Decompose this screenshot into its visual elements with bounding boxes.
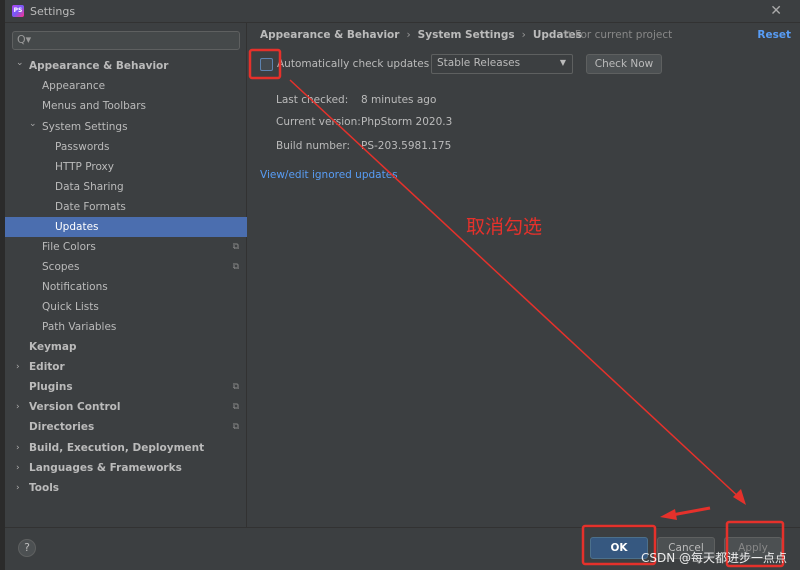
sidebar-item[interactable]: Passwords bbox=[5, 137, 247, 157]
settings-sidebar: Q▾ ⌄ Appearance & Behavior Appearance Menus… bbox=[5, 23, 247, 527]
sidebar-item[interactable]: ⌄ System Settings bbox=[5, 117, 247, 137]
breadcrumb-separator-icon: › bbox=[406, 29, 411, 41]
chevron-right-icon[interactable]: › bbox=[16, 458, 20, 478]
watermark: CSDN @每天都进步一点点 bbox=[641, 551, 788, 565]
sidebar-item[interactable]: HTTP Proxy bbox=[5, 157, 247, 177]
chevron-right-icon[interactable]: › bbox=[16, 397, 20, 417]
sidebar-item-label: Updates bbox=[55, 221, 99, 233]
auto-check-label[interactable]: Automatically check updates for bbox=[277, 58, 447, 70]
chevron-down-icon: ▼ bbox=[559, 58, 566, 67]
project-icon: ⧉ bbox=[232, 262, 239, 272]
sidebar-item-label: HTTP Proxy bbox=[55, 161, 114, 173]
title-bar: PS Settings ✕ bbox=[5, 0, 800, 23]
settings-dialog: PS Settings ✕ Q▾ ⌄ Appearance & Behavior A… bbox=[5, 0, 800, 570]
current-version-label: Current version: bbox=[276, 116, 361, 128]
chevron-down-icon[interactable]: ⌄ bbox=[16, 53, 24, 73]
update-channel-select[interactable]: Stable Releases ▼ bbox=[431, 54, 573, 74]
sidebar-item-label: Date Formats bbox=[55, 201, 126, 213]
sidebar-item-label: Scopes bbox=[42, 261, 80, 273]
sidebar-item-label: Notifications bbox=[42, 281, 108, 293]
update-channel-value: Stable Releases bbox=[437, 57, 521, 69]
project-icon: ⧉ bbox=[232, 402, 239, 412]
build-number-label: Build number: bbox=[276, 140, 351, 152]
sidebar-item[interactable]: Keymap bbox=[5, 337, 247, 357]
breadcrumb-item: Appearance & Behavior bbox=[260, 29, 400, 41]
reset-link[interactable]: Reset bbox=[757, 29, 791, 41]
sidebar-item-label: Data Sharing bbox=[55, 181, 124, 193]
sidebar-item[interactable]: Data Sharing bbox=[5, 177, 247, 197]
sidebar-item-label: Path Variables bbox=[42, 321, 117, 333]
sidebar-item[interactable]: Quick Lists bbox=[5, 297, 247, 317]
sidebar-item-label: Appearance & Behavior bbox=[29, 60, 169, 72]
sidebar-item[interactable]: Notifications bbox=[5, 277, 247, 297]
sidebar-item[interactable]: › Editor bbox=[5, 357, 247, 377]
sidebar-item-label: Plugins bbox=[29, 381, 73, 393]
sidebar-item[interactable]: Path Variables bbox=[5, 317, 247, 337]
last-checked-label: Last checked: bbox=[276, 94, 349, 106]
ignored-updates-link[interactable]: View/edit ignored updates bbox=[260, 169, 398, 181]
help-button[interactable]: ? bbox=[18, 539, 36, 557]
sidebar-item[interactable]: › Build, Execution, Deployment bbox=[5, 438, 247, 458]
current-version-value: PhpStorm 2020.3 bbox=[361, 116, 453, 128]
sidebar-item-label: Quick Lists bbox=[42, 301, 99, 313]
chevron-down-icon[interactable]: ⌄ bbox=[29, 114, 37, 134]
chevron-right-icon[interactable]: › bbox=[16, 478, 20, 498]
sidebar-item[interactable]: › Version Control ⧉ bbox=[5, 397, 247, 417]
sidebar-item-label: Keymap bbox=[29, 341, 77, 353]
window-title: Settings bbox=[30, 5, 76, 18]
sidebar-item[interactable]: Appearance bbox=[5, 76, 247, 96]
sidebar-item-label: Languages & Frameworks bbox=[29, 462, 182, 474]
sidebar-item[interactable]: Menus and Toolbars bbox=[5, 96, 247, 116]
close-icon[interactable]: ✕ bbox=[770, 3, 782, 19]
sidebar-item-label: File Colors bbox=[42, 241, 96, 253]
check-now-button[interactable]: Check Now bbox=[586, 54, 662, 74]
updates-panel: Appearance & Behavior › System Settings › Up… bbox=[248, 23, 800, 527]
chevron-right-icon[interactable]: › bbox=[16, 438, 20, 458]
breadcrumb-separator-icon: › bbox=[521, 29, 526, 41]
search-icon: Q▾ bbox=[17, 33, 32, 46]
sidebar-item[interactable]: › Tools bbox=[5, 478, 247, 498]
sidebar-item-label: Build, Execution, Deployment bbox=[29, 442, 205, 454]
chevron-right-icon[interactable]: › bbox=[16, 357, 20, 377]
sidebar-item[interactable]: Scopes ⧉ bbox=[5, 257, 247, 277]
sidebar-item-label: Menus and Toolbars bbox=[42, 100, 147, 112]
phpstorm-logo-icon: PS bbox=[12, 5, 24, 17]
sidebar-item-label: System Settings bbox=[42, 121, 128, 133]
sidebar-item[interactable]: ⌄ Appearance & Behavior bbox=[5, 56, 247, 76]
ok-button[interactable]: OK bbox=[590, 537, 648, 559]
project-icon: ⧉ bbox=[232, 382, 239, 392]
for-current-project: ⧉ For current project bbox=[564, 29, 672, 42]
search-input[interactable]: Q▾ bbox=[12, 31, 240, 50]
project-icon: ⧉ bbox=[232, 242, 239, 252]
sidebar-item-label: Appearance bbox=[42, 80, 106, 92]
build-number-value: PS-203.5981.175 bbox=[361, 140, 452, 152]
sidebar-item-label: Editor bbox=[29, 361, 65, 373]
sidebar-item[interactable]: Date Formats bbox=[5, 197, 247, 217]
breadcrumb: Appearance & Behavior › System Settings › Up… bbox=[260, 29, 582, 41]
last-checked-value: 8 minutes ago bbox=[361, 94, 437, 106]
auto-check-checkbox[interactable] bbox=[260, 58, 273, 71]
sidebar-item[interactable]: Directories ⧉ bbox=[5, 417, 247, 437]
sidebar-item[interactable]: Updates bbox=[5, 217, 247, 237]
sidebar-item-label: Passwords bbox=[55, 141, 110, 153]
sidebar-item[interactable]: File Colors ⧉ bbox=[5, 237, 247, 257]
sidebar-item[interactable]: Plugins ⧉ bbox=[5, 377, 247, 397]
project-icon: ⧉ bbox=[232, 422, 239, 432]
breadcrumb-item: System Settings bbox=[417, 29, 515, 41]
project-icon: ⧉ bbox=[564, 29, 575, 41]
sidebar-item-label: Tools bbox=[29, 482, 60, 494]
annotation-text: 取消勾选 bbox=[466, 216, 543, 238]
for-current-project-label: For current project bbox=[574, 29, 673, 41]
sidebar-item-label: Directories bbox=[29, 421, 95, 433]
sidebar-item-label: Version Control bbox=[29, 401, 121, 413]
sidebar-item[interactable]: › Languages & Frameworks bbox=[5, 458, 247, 478]
